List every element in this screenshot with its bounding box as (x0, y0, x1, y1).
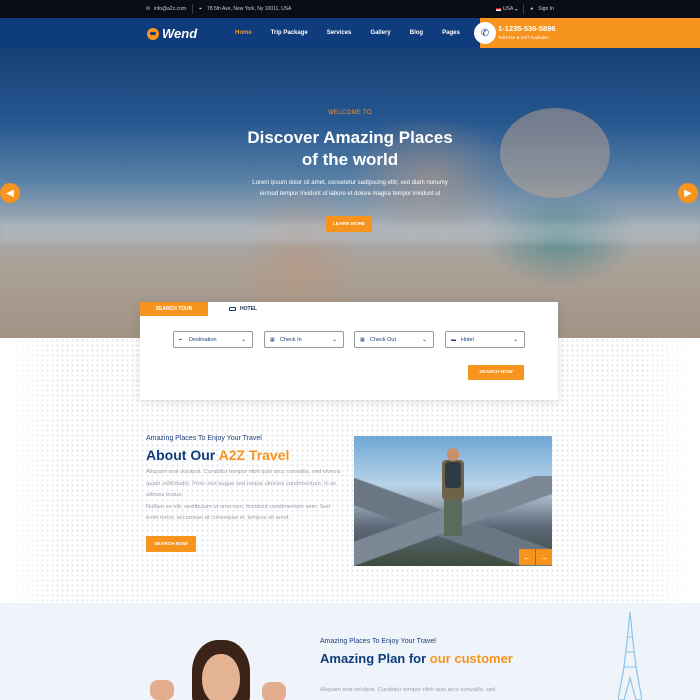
customer-image (150, 640, 290, 700)
phone-icon: ✆ (474, 22, 496, 44)
hotel-label: Hotel (461, 336, 474, 343)
calendar-icon: ▦ (270, 336, 275, 343)
signin-link[interactable]: Sign In (538, 6, 554, 12)
tab-hotel-label: HOTEL (240, 306, 257, 312)
learn-more-button[interactable]: LEARN MORE (326, 216, 372, 232)
logo-icon (147, 27, 159, 40)
about-title-highlight: A2Z Travel (218, 447, 290, 463)
page: ✉ info@a2z.com ⌖ 78 5th Ave, New York, N… (0, 0, 700, 700)
backpack (445, 462, 461, 488)
tab-search-tour[interactable]: SEARCH TOUR (140, 302, 208, 316)
top-bar-contact: ✉ info@a2z.com ⌖ 78 5th Ave, New York, N… (146, 0, 291, 18)
hero-desc-line1: Lorem ipsum dolor sit amet, consetetur s… (252, 180, 448, 186)
hiker-head (447, 448, 459, 461)
map-fade (640, 338, 700, 603)
plan-text: Aliquam erat volutpat. Curabitur tempor … (320, 687, 496, 693)
tab-hotel[interactable]: HOTEL (218, 302, 268, 316)
plan-title: Amazing Plan for our customer (320, 650, 520, 667)
check-out-label: Check Out (370, 336, 396, 343)
hero-description: Lorem ipsum dolor sit amet, consetetur s… (230, 178, 470, 200)
flag-icon (496, 7, 501, 11)
topbar-email[interactable]: info@a2z.com (154, 6, 186, 12)
slider-next-arrow-icon[interactable]: ▶ (678, 183, 698, 203)
hero-title: Discover Amazing Places of the world (0, 127, 700, 171)
hero-title-line2: of the world (301, 150, 399, 169)
check-in-field[interactable]: ▦ Check In ⌄ (264, 331, 344, 348)
image-next-arrow-icon[interactable]: → (536, 549, 552, 565)
nav-item-services[interactable]: Services (327, 30, 352, 36)
divider (523, 4, 525, 14)
thumbs-up-icon (262, 682, 286, 700)
about-text: Aliquam erat volutpat. Curabitur tempor … (146, 467, 341, 525)
plan-title-highlight: our customer (429, 651, 513, 666)
about-search-now-button[interactable]: SEARCH NOW (146, 536, 196, 552)
hero-title-line1: Discover Amazing Places (247, 128, 453, 147)
user-icon: ● (530, 5, 534, 12)
hiker-legs (444, 500, 462, 536)
about-title-prefix: About Our (146, 447, 219, 463)
nav-item-gallery[interactable]: Gallery (370, 30, 390, 36)
thumbs-up-icon (150, 680, 174, 700)
search-panel: SEARCH TOUR HOTEL ⌖ Destination ⌄ ▦ Chec… (140, 302, 558, 400)
top-bar-right: USA ▾ ● Sign In (496, 0, 554, 18)
phone-subtitle: Toll Free & 24/7 Available (498, 35, 549, 40)
topbar-address: 78 5th Ave, New York, Ny 10011, USA (207, 6, 292, 12)
destination-select[interactable]: ⌖ Destination ⌄ (173, 331, 253, 348)
logo[interactable]: Wend (147, 26, 197, 41)
about-kicker: Amazing Places To Enjoy Your Travel (146, 435, 262, 442)
about-image (354, 436, 552, 566)
phone-number: 1-1235-536-5896 (498, 24, 556, 33)
chevron-down-icon: ⌄ (331, 337, 337, 343)
slider-prev-arrow-icon[interactable]: ◀ (0, 183, 20, 203)
bed-icon: ▬ (451, 336, 456, 343)
chevron-down-icon: ⌄ (421, 337, 427, 343)
check-out-field[interactable]: ▦ Check Out ⌄ (354, 331, 434, 348)
mail-icon: ✉ (146, 5, 151, 12)
bed-icon (229, 307, 237, 311)
about-para1: Aliquam erat volutpat. Curabitur tempor … (146, 469, 341, 498)
nav-item-blog[interactable]: Blog (410, 30, 423, 36)
hero-desc-line2: eirmod tempor invidunt ut labore et dolo… (259, 191, 441, 197)
nav-item-trip-package[interactable]: Trip Package (271, 30, 308, 36)
check-in-label: Check In (280, 336, 302, 343)
location-pin-icon: ⌖ (179, 336, 182, 343)
nav-menu: Home Trip Package Services Gallery Blog … (235, 18, 479, 48)
about-title: About Our A2Z Travel (146, 447, 289, 463)
image-prev-arrow-icon[interactable]: ← (519, 549, 535, 565)
plan-kicker: Amazing Places To Enjoy Your Travel (320, 638, 436, 645)
eiffel-tower-icon (618, 612, 642, 700)
chevron-down-icon: ⌄ (240, 337, 246, 343)
chevron-down-icon: ▾ (515, 6, 518, 12)
chevron-down-icon: ⌄ (512, 337, 518, 343)
hotel-select[interactable]: ▬ Hotel ⌄ (445, 331, 525, 348)
top-bar: ✉ info@a2z.com ⌖ 78 5th Ave, New York, N… (0, 0, 700, 18)
language-select[interactable]: USA (503, 6, 513, 12)
nav-item-pages[interactable]: Pages (442, 30, 460, 36)
nav-item-home[interactable]: Home (235, 30, 252, 36)
about-para2: Nullam ex elit, vestibulum ut urna non, … (146, 503, 330, 522)
hiker (440, 448, 466, 566)
divider (192, 4, 194, 14)
woman-face (202, 654, 240, 700)
destination-label: Destination (189, 336, 217, 343)
location-icon: ⌖ (199, 5, 202, 12)
hero-welcome: WELCOME TO (328, 110, 372, 116)
calendar-icon: ▦ (360, 336, 365, 343)
logo-text: Wend (162, 26, 198, 41)
plan-title-prefix: Amazing Plan for (320, 651, 430, 666)
search-now-button[interactable]: SEARCH NOW (468, 365, 524, 380)
call-box[interactable]: ✆ 1-1235-536-5896 Toll Free & 24/7 Avail… (474, 18, 700, 48)
map-fade (0, 338, 60, 603)
